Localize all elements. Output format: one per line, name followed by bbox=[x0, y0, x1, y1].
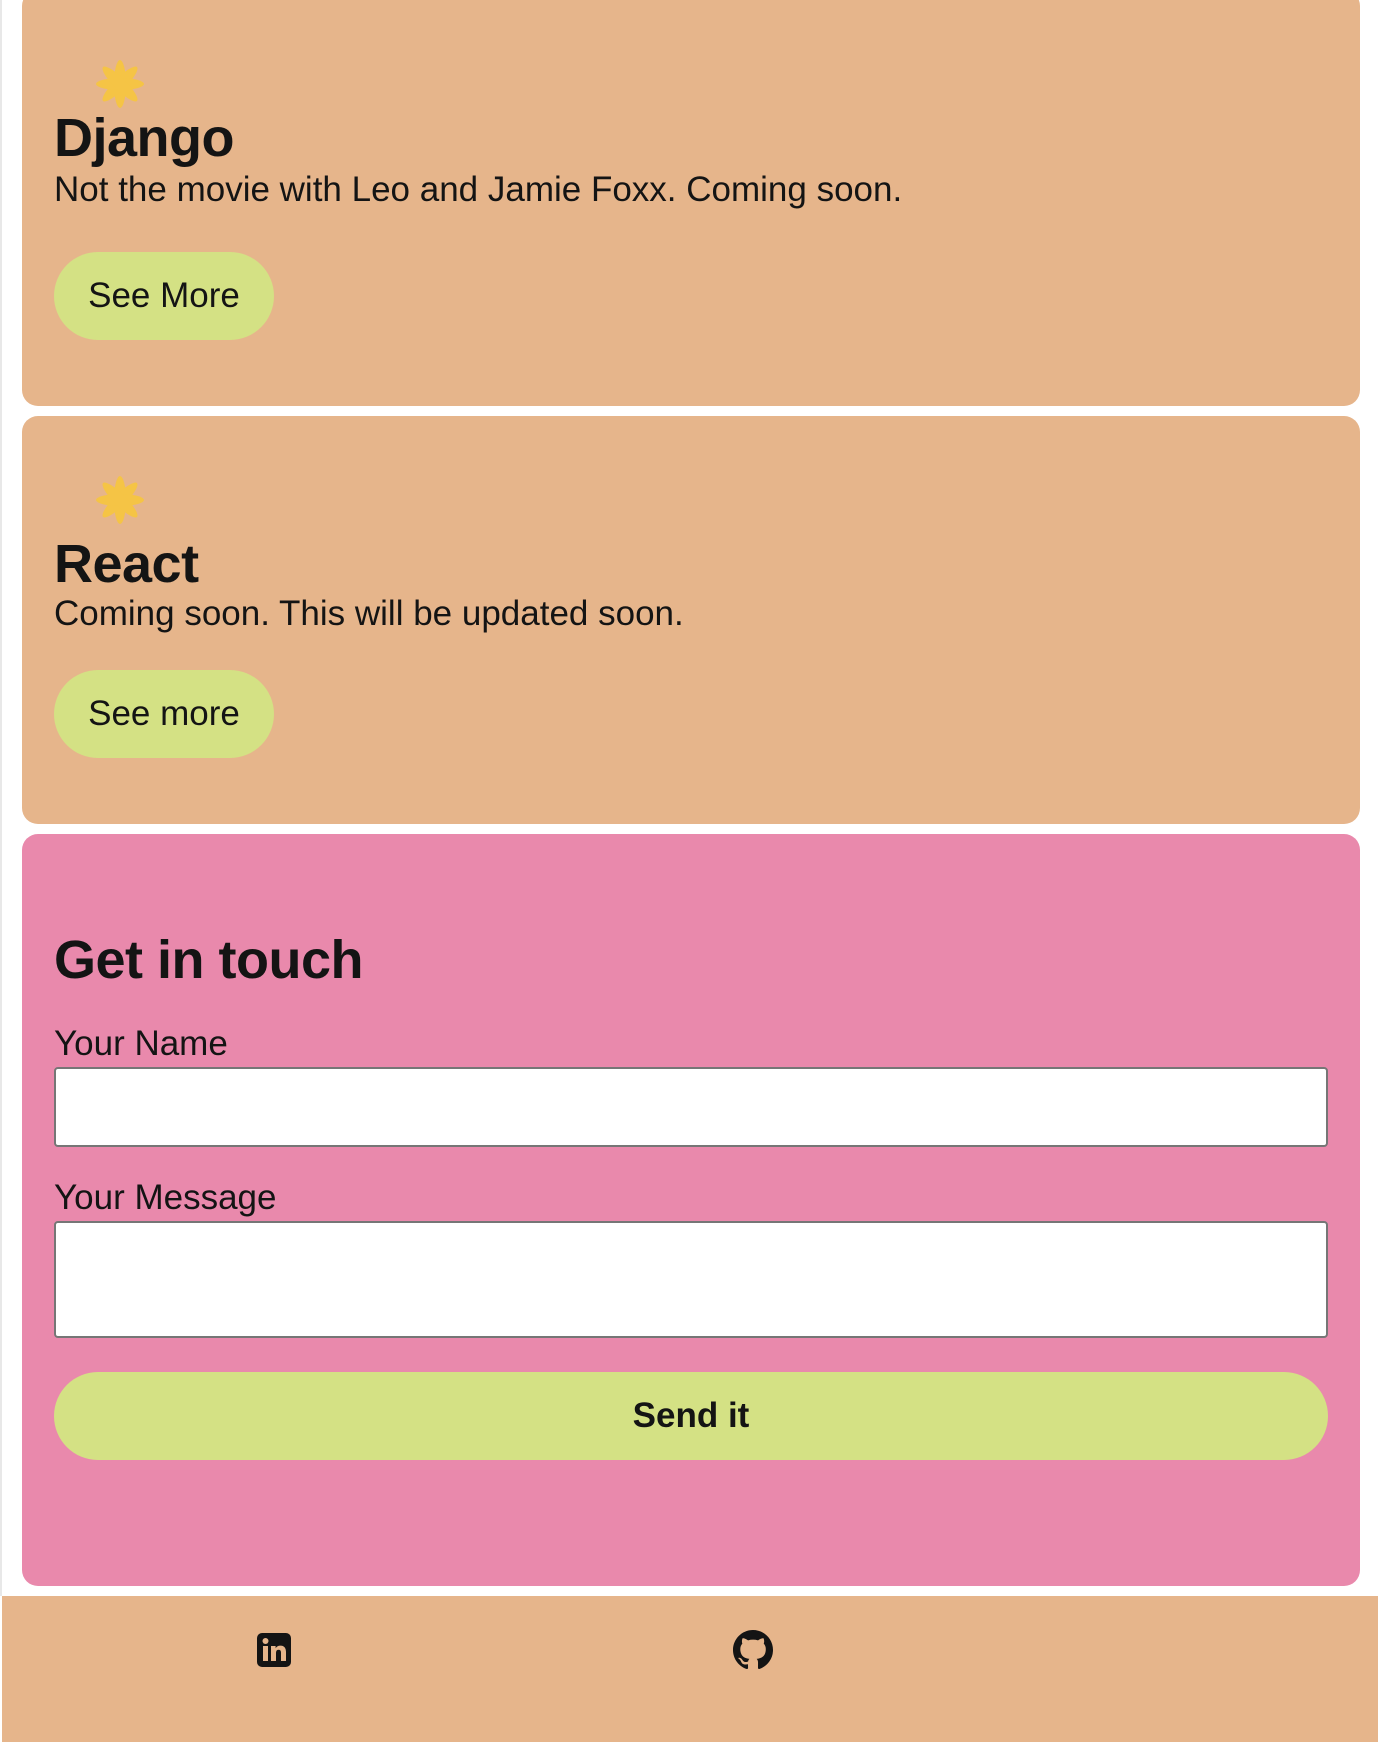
project-description: Coming soon. This will be updated soon. bbox=[54, 594, 684, 633]
message-label: Your Message bbox=[54, 1178, 277, 1217]
sparkle-icon bbox=[96, 476, 144, 524]
contact-title: Get in touch bbox=[54, 930, 363, 990]
footer bbox=[2, 1596, 1378, 1742]
project-card-django: Django Not the movie with Leo and Jamie … bbox=[22, 0, 1360, 406]
contact-card: Get in touch Your Name Your Message Send… bbox=[22, 834, 1360, 1586]
see-more-button[interactable]: See More bbox=[54, 252, 274, 340]
github-icon bbox=[733, 1630, 773, 1670]
linkedin-link[interactable] bbox=[254, 1630, 294, 1670]
name-label: Your Name bbox=[54, 1024, 228, 1063]
project-title: React bbox=[54, 534, 199, 594]
see-more-button[interactable]: See more bbox=[54, 670, 274, 758]
page-edge bbox=[0, 0, 2, 1596]
name-input[interactable] bbox=[54, 1067, 1328, 1147]
sparkle-icon bbox=[96, 60, 144, 108]
project-description: Not the movie with Leo and Jamie Foxx. C… bbox=[54, 170, 903, 209]
linkedin-icon bbox=[257, 1633, 291, 1667]
project-card-react: React Coming soon. This will be updated … bbox=[22, 416, 1360, 824]
project-title: Django bbox=[54, 108, 235, 168]
send-button[interactable]: Send it bbox=[54, 1372, 1328, 1460]
message-textarea[interactable] bbox=[54, 1221, 1328, 1338]
github-link[interactable] bbox=[733, 1630, 773, 1670]
